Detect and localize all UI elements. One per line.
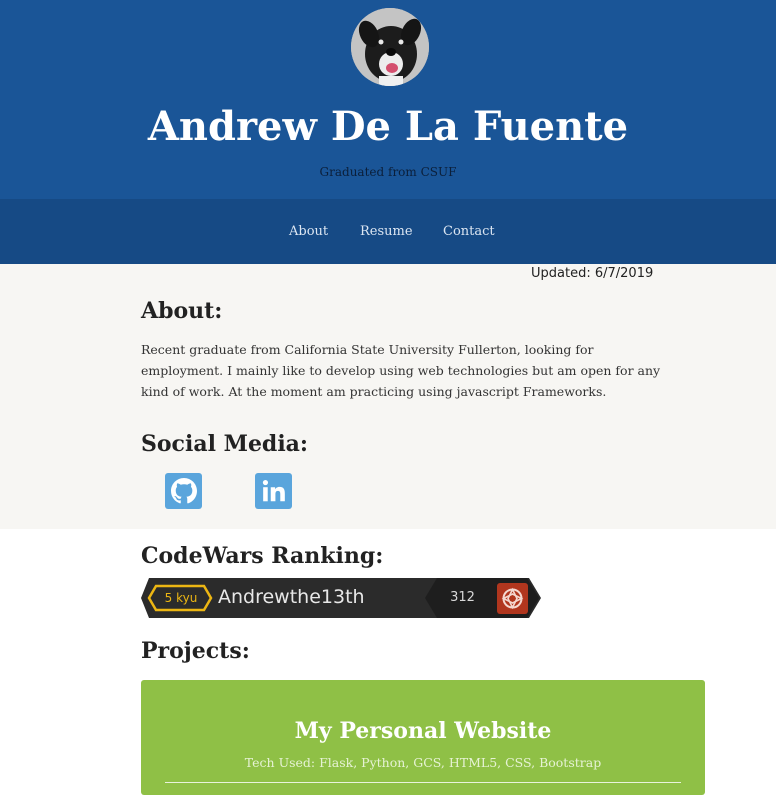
nav-link-contact[interactable]: Contact: [443, 224, 495, 239]
codewars-username: Andrewthe13th: [218, 586, 365, 608]
avatar: [351, 8, 429, 86]
project-divider: [165, 782, 681, 783]
social-heading: Social Media:: [141, 431, 309, 457]
dog-photo-icon: [351, 8, 429, 86]
updated-date: Updated: 6/7/2019: [531, 266, 654, 281]
projects-heading: Projects:: [141, 638, 250, 664]
linkedin-link[interactable]: [255, 473, 292, 509]
nav-link-about[interactable]: About: [289, 224, 328, 239]
about-heading: About:: [141, 298, 223, 324]
github-icon: [170, 478, 197, 504]
codewars-heading: CodeWars Ranking:: [141, 543, 384, 569]
site-subtitle: Graduated from CSUF: [319, 165, 457, 179]
codewars-score: 312: [450, 590, 475, 605]
nav-link-resume[interactable]: Resume: [360, 224, 413, 239]
project-tech: Tech Used: Flask, Python, GCS, HTML5, CS…: [244, 755, 602, 770]
site-title: Andrew De La Fuente: [147, 103, 629, 150]
github-link[interactable]: [165, 473, 202, 509]
project-title: My Personal Website: [294, 718, 552, 744]
linkedin-icon: [262, 479, 285, 502]
about-text: Recent graduate from California State Un…: [141, 342, 661, 399]
codewars-logo-icon: [497, 583, 528, 614]
codewars-kyu: 5 kyu: [164, 591, 198, 605]
